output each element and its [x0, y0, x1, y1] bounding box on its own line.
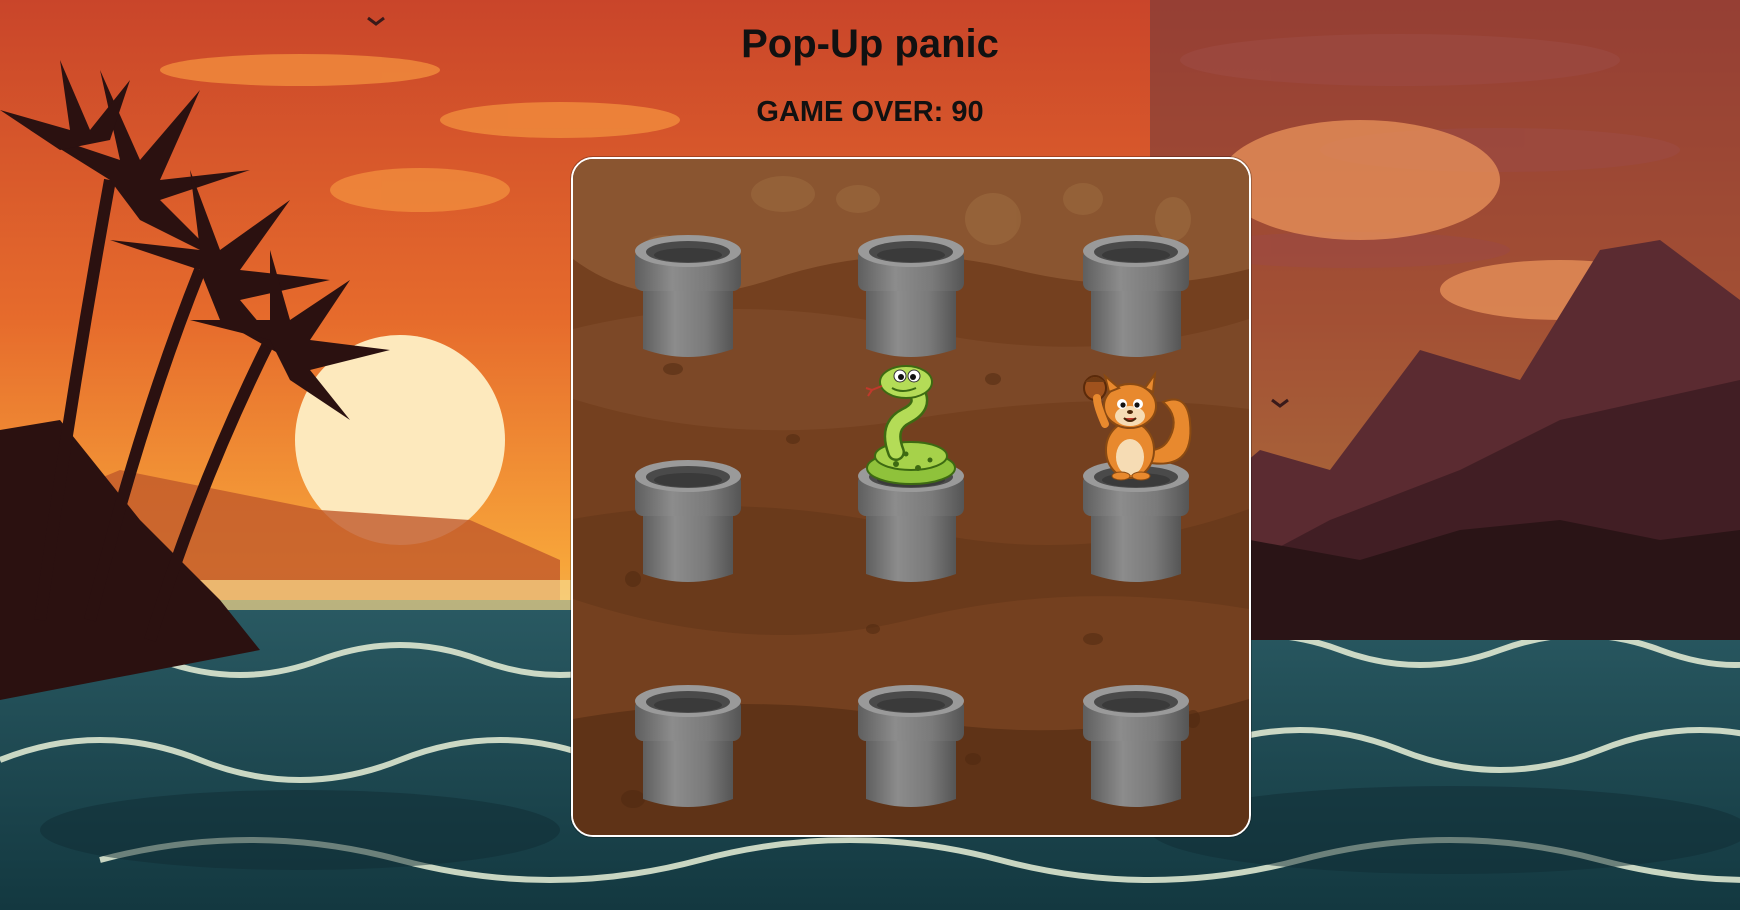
hole-r3c1[interactable]: [633, 639, 743, 809]
gray-pipe-icon: [635, 685, 741, 807]
gray-pipe-icon: [635, 235, 741, 357]
hole-r2c3[interactable]: [1081, 370, 1192, 584]
hole-r3c2[interactable]: [856, 639, 966, 809]
green-snake-icon: [865, 365, 956, 485]
hole-r3c3[interactable]: [1081, 639, 1191, 809]
game-over-score: GAME OVER: 90: [756, 96, 984, 128]
gray-pipe-icon: [858, 685, 964, 807]
gray-pipe-icon: [1083, 235, 1189, 357]
hole-r1c1[interactable]: [633, 189, 743, 359]
game-board: [571, 157, 1251, 837]
hole-r1c3[interactable]: [1081, 189, 1191, 359]
hole-r1c2[interactable]: [856, 189, 966, 359]
orange-squirrel-with-acorn-icon: [1083, 370, 1192, 481]
gray-pipe-icon: [635, 460, 741, 582]
hole-r2c1[interactable]: [633, 414, 743, 584]
hole-r2c2[interactable]: [856, 365, 966, 584]
gray-pipe-icon: [1083, 685, 1189, 807]
gray-pipe-icon: [858, 235, 964, 357]
page-title: Pop-Up panic: [741, 22, 999, 66]
